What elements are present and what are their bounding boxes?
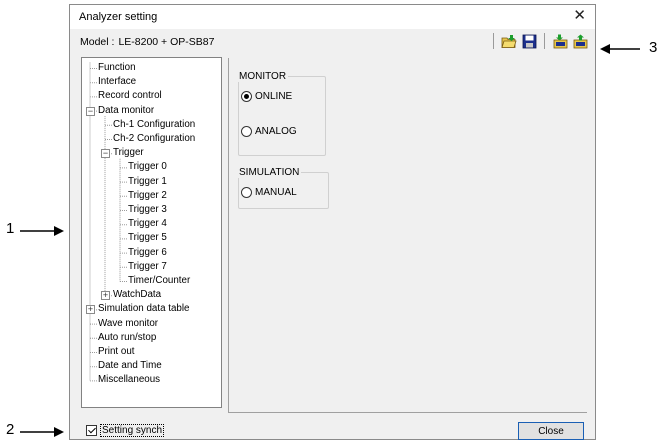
callout-2-arrow (20, 427, 64, 437)
tree-item[interactable]: Trigger 6 (128, 247, 167, 259)
simulation-group-title: SIMULATION (237, 167, 302, 178)
settings-tree[interactable]: Function Interface Record control − Data mon… (81, 57, 222, 408)
close-icon[interactable]: ✕ (573, 8, 586, 23)
callout-3-arrow (600, 44, 640, 54)
tree-expand-icon[interactable]: + (86, 305, 95, 315)
tree-item[interactable]: Print out (98, 346, 135, 358)
radio-analog-dot[interactable] (241, 126, 252, 137)
tree-item[interactable]: Function (98, 62, 136, 74)
monitor-group: MONITOR ONLINE ANALOG (237, 71, 326, 156)
tree-item[interactable]: Timer/Counter (128, 275, 190, 287)
radio-manual-dot[interactable] (241, 187, 252, 198)
radio-analog[interactable]: ANALOG (241, 126, 297, 137)
radio-online[interactable]: ONLINE (241, 91, 292, 102)
radio-analog-label: ANALOG (255, 126, 297, 137)
analyzer-setting-dialog: Analyzer setting ✕ Model : LE-8200 + OP-S… (69, 4, 596, 440)
model-info: Model : LE-8200 + OP-SB87 (80, 36, 214, 48)
tree-item[interactable]: Auto run/stop (98, 332, 156, 344)
callout-2: 2 (6, 421, 15, 438)
export-icon[interactable] (571, 32, 589, 50)
toolbar (489, 31, 589, 51)
panel-divider-horizontal (228, 412, 587, 413)
tree-item[interactable]: Trigger 2 (128, 190, 167, 202)
tree-expand-icon[interactable]: + (101, 291, 110, 301)
model-label: Model : (80, 36, 115, 48)
toolbar-separator (544, 33, 545, 49)
tree-item[interactable]: Record control (98, 90, 162, 102)
tree-item[interactable]: Trigger 5 (128, 232, 167, 244)
simulation-group: SIMULATION MANUAL (237, 167, 329, 209)
tree-item[interactable]: Trigger 4 (128, 218, 167, 230)
tree-item[interactable]: Simulation data table (98, 303, 190, 315)
tree-item[interactable]: Data monitor (98, 105, 154, 117)
tree-item[interactable]: Ch-1 Configuration (113, 119, 195, 131)
radio-online-dot[interactable] (241, 91, 252, 102)
tree-item[interactable]: Trigger 3 (128, 204, 167, 216)
tree-item[interactable]: Trigger 1 (128, 176, 167, 188)
tree-item[interactable]: Date and Time (98, 360, 162, 372)
radio-online-label: ONLINE (255, 91, 293, 102)
model-value: LE-8200 + OP-SB87 (118, 36, 215, 48)
import-icon[interactable] (551, 32, 569, 50)
save-disk-icon[interactable] (520, 32, 538, 50)
window-title: Analyzer setting (79, 11, 158, 23)
tree-item[interactable]: Trigger (113, 147, 144, 159)
tree-item[interactable]: Wave monitor (98, 318, 158, 330)
tree-item[interactable]: Miscellaneous (98, 374, 160, 386)
toolbar-separator (493, 33, 494, 49)
tree-item[interactable]: Trigger 0 (128, 161, 167, 173)
close-button-label: Close (538, 425, 564, 437)
close-button[interactable]: Close (518, 422, 584, 440)
radio-manual[interactable]: MANUAL (241, 187, 297, 198)
tree-item[interactable]: Ch-2 Configuration (113, 133, 195, 145)
radio-manual-label: MANUAL (255, 187, 297, 198)
callout-1: 1 (6, 220, 15, 237)
setting-synch-label: Setting synch (100, 424, 165, 437)
panel-divider-vertical (228, 58, 229, 413)
tree-item[interactable]: WatchData (113, 289, 161, 301)
open-folder-icon[interactable] (500, 32, 518, 50)
tree-collapse-icon[interactable]: − (101, 149, 110, 159)
dialog-client: Model : LE-8200 + OP-SB87 Function Inter… (70, 29, 595, 440)
title-bar: Analyzer setting ✕ (70, 5, 595, 29)
setting-synch-check[interactable] (86, 425, 97, 436)
callout-1-arrow (20, 226, 64, 236)
tree-item[interactable]: Interface (98, 76, 136, 88)
monitor-group-title: MONITOR (237, 71, 289, 82)
setting-synch-checkbox[interactable]: Setting synch (86, 424, 165, 437)
callout-3: 3 (649, 39, 658, 56)
tree-item[interactable]: Trigger 7 (128, 261, 167, 273)
tree-collapse-icon[interactable]: − (86, 106, 95, 116)
